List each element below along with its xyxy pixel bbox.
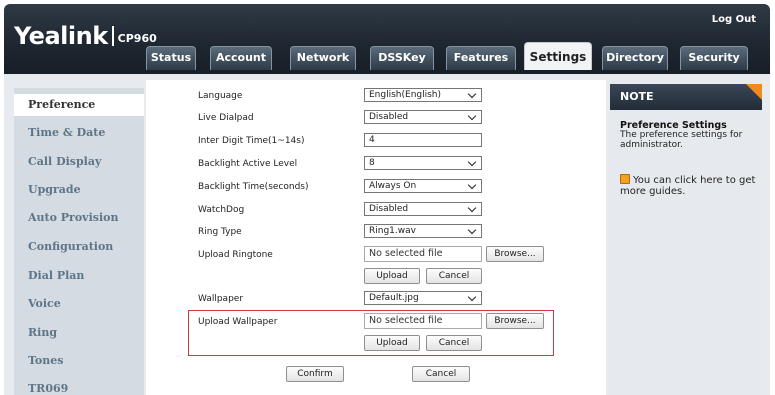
sidebar-item-auto-provision[interactable]: Auto Provision (14, 207, 144, 229)
tab-directory[interactable]: Directory (602, 46, 668, 70)
confirm-button[interactable]: Confirm (286, 366, 344, 382)
backlight-time-select[interactable]: Always On (364, 179, 482, 193)
language-label: Language (198, 91, 243, 101)
wallpaper-label: Wallpaper (198, 294, 244, 304)
tab-network[interactable]: Network (290, 46, 356, 70)
tab-security[interactable]: Security (680, 46, 748, 70)
guide-link[interactable]: You can click here to get more guides. (620, 174, 758, 197)
ring-type-select[interactable]: Ring1.wav (364, 224, 482, 238)
brand-name: Yealink (14, 22, 108, 50)
note-panel: NOTE Preference Settings The preference … (610, 80, 762, 395)
tab-dsskey[interactable]: DSSKey (370, 46, 434, 70)
tab-features[interactable]: Features (446, 46, 516, 70)
language-select[interactable]: English(English) (364, 88, 482, 102)
cancel-button[interactable]: Cancel (412, 366, 470, 382)
note-heading: NOTE (610, 84, 762, 110)
inter-digit-label: Inter Digit Time(1~14s) (198, 136, 305, 146)
sidebar-item-ring[interactable]: Ring (14, 322, 144, 344)
ringtone-cancel-button[interactable]: Cancel (426, 268, 482, 284)
book-icon (620, 174, 630, 184)
upload-ringtone-label: Upload Ringtone (198, 250, 273, 260)
sidebar-item-upgrade[interactable]: Upgrade (14, 179, 144, 201)
sidebar-item-voice[interactable]: Voice (14, 293, 144, 315)
sidebar-item-tr069[interactable]: TR069 (14, 378, 144, 395)
backlight-level-select[interactable]: 8 (364, 156, 482, 170)
wallpaper-select[interactable]: Default.jpg (364, 291, 482, 305)
logout-link[interactable]: Log Out (712, 14, 756, 25)
live-dialpad-select[interactable]: Disabled (364, 110, 482, 124)
backlight-level-label: Backlight Active Level (198, 159, 298, 169)
sidebar-item-time-date[interactable]: Time & Date (14, 122, 144, 144)
tab-account[interactable]: Account (210, 46, 272, 70)
backlight-time-label: Backlight Time(seconds) (198, 182, 309, 192)
sidebar-item-tones[interactable]: Tones (14, 350, 144, 372)
ring-type-label: Ring Type (198, 227, 242, 237)
sidebar-item-call-display[interactable]: Call Display (14, 151, 144, 173)
yealink-logo: Yealink CP960 (14, 22, 157, 50)
tab-settings[interactable]: Settings (524, 42, 592, 70)
note-text: The preference settings for administrato… (620, 130, 743, 150)
ringtone-upload-button[interactable]: Upload (364, 268, 420, 284)
logo-separator (111, 26, 114, 46)
sidebar-nav: Preference Time & Date Call Display Upgr… (14, 88, 144, 395)
sidebar-item-preference[interactable]: Preference (14, 94, 144, 116)
ringtone-file-input[interactable]: No selected file (364, 246, 482, 262)
sidebar-item-dial-plan[interactable]: Dial Plan (14, 265, 144, 287)
inter-digit-input[interactable]: 4 (364, 133, 482, 147)
tab-status[interactable]: Status (146, 46, 196, 70)
upload-wallpaper-highlight (188, 310, 554, 356)
sidebar-item-configuration[interactable]: Configuration (14, 236, 144, 258)
note-corner-decoration (746, 84, 762, 100)
watchdog-select[interactable]: Disabled (364, 202, 482, 216)
live-dialpad-label: Live Dialpad (198, 113, 254, 123)
watchdog-label: WatchDog (198, 205, 245, 215)
ringtone-browse-button[interactable]: Browse... (486, 246, 544, 262)
guide-text: You can click here to get more guides. (620, 175, 756, 197)
model-name: CP960 (117, 32, 157, 45)
